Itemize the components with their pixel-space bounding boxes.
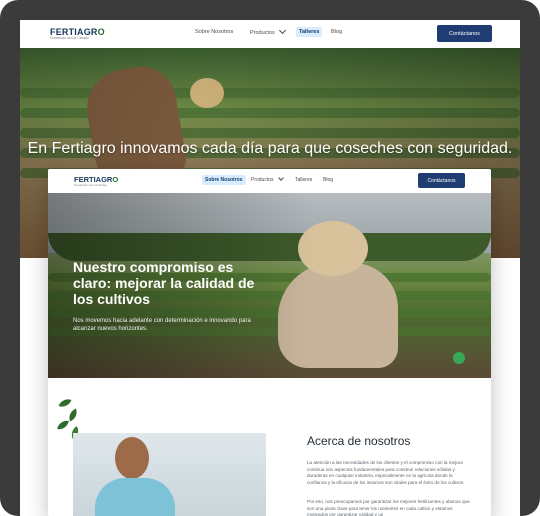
- nav-item-talleres[interactable]: Talleres: [295, 177, 312, 183]
- about-paragraph-2: Por eso, nos preocupamos por garantizar …: [307, 499, 470, 516]
- brand-tagline: Creciendo con el Campo: [74, 183, 108, 187]
- hero-subtitle: Nos movemos hacia adelante con determina…: [73, 318, 251, 332]
- nav-item-productos[interactable]: Productos: [251, 175, 284, 183]
- top-navbar: FERTIAGRO Creciendo con el Campo Sobre N…: [20, 20, 520, 48]
- brand-logo[interactable]: FERTIAGRO Creciendo con el Campo: [74, 175, 129, 189]
- contact-button[interactable]: Contáctanos: [418, 173, 465, 188]
- nav-item-label: Sobre Nosotros: [195, 29, 234, 35]
- person-shirt: [95, 478, 175, 516]
- contact-button-label: Contáctanos: [427, 177, 456, 184]
- contact-button[interactable]: Contáctanos: [437, 25, 492, 42]
- browser-screen: FERTIAGRO Creciendo con el Campo Sobre N…: [20, 20, 520, 516]
- hero-section: Nuestro compromiso es claro: mejorar la …: [48, 193, 491, 378]
- brand-name-part2: O: [112, 175, 119, 184]
- about-section: Acerca de nosotros La atención a las nec…: [48, 378, 491, 516]
- nav-item-label: Blog: [323, 177, 334, 183]
- nav-item-sobre-nosotros[interactable]: Sobre Nosotros: [195, 29, 233, 35]
- chevron-down-icon: [278, 175, 284, 181]
- about-photo: [73, 433, 266, 516]
- coffee-leaf-icon: [57, 396, 82, 440]
- nav-item-label: Sobre Nosotros: [205, 177, 243, 183]
- about-title: Acerca de nosotros: [307, 434, 411, 448]
- nav-item-label: Talleres: [295, 177, 313, 183]
- nav-item-blog[interactable]: Blog: [331, 29, 342, 35]
- chevron-down-icon: [279, 26, 287, 35]
- hero-title: Nuestro compromiso es claro: mejorar la …: [73, 259, 255, 307]
- chat-bubble-icon[interactable]: [453, 352, 465, 364]
- contact-button-label: Contáctanos: [449, 30, 480, 37]
- nav-item-label: Blog: [331, 29, 343, 35]
- nav-item-blog[interactable]: Blog: [323, 177, 333, 183]
- hero-title: En Fertiagro innovamos cada día para que…: [27, 140, 513, 157]
- nav-item-productos[interactable]: Productos: [250, 26, 287, 36]
- nav-item-label: Talleres: [299, 29, 320, 35]
- nav-item-label: Productos: [250, 30, 275, 36]
- device-frame: FERTIAGRO Creciendo con el Campo Sobre N…: [0, 0, 540, 516]
- brand-logo[interactable]: FERTIAGRO Creciendo con el Campo: [50, 27, 110, 43]
- page-preview-card: FERTIAGRO Creciendo con el Campo Sobre N…: [48, 169, 491, 516]
- top-navbar: FERTIAGRO Creciendo con el Campo Sobre N…: [48, 169, 491, 193]
- nav-item-label: Productos: [251, 177, 274, 183]
- nav-item-talleres[interactable]: Talleres: [296, 27, 323, 37]
- nav-item-sobre-nosotros[interactable]: Sobre Nosotros: [202, 175, 246, 185]
- brand-name-part2: O: [97, 27, 105, 37]
- person-head: [115, 437, 149, 479]
- about-paragraph-1: La atención a las necesidades de los cli…: [307, 460, 465, 485]
